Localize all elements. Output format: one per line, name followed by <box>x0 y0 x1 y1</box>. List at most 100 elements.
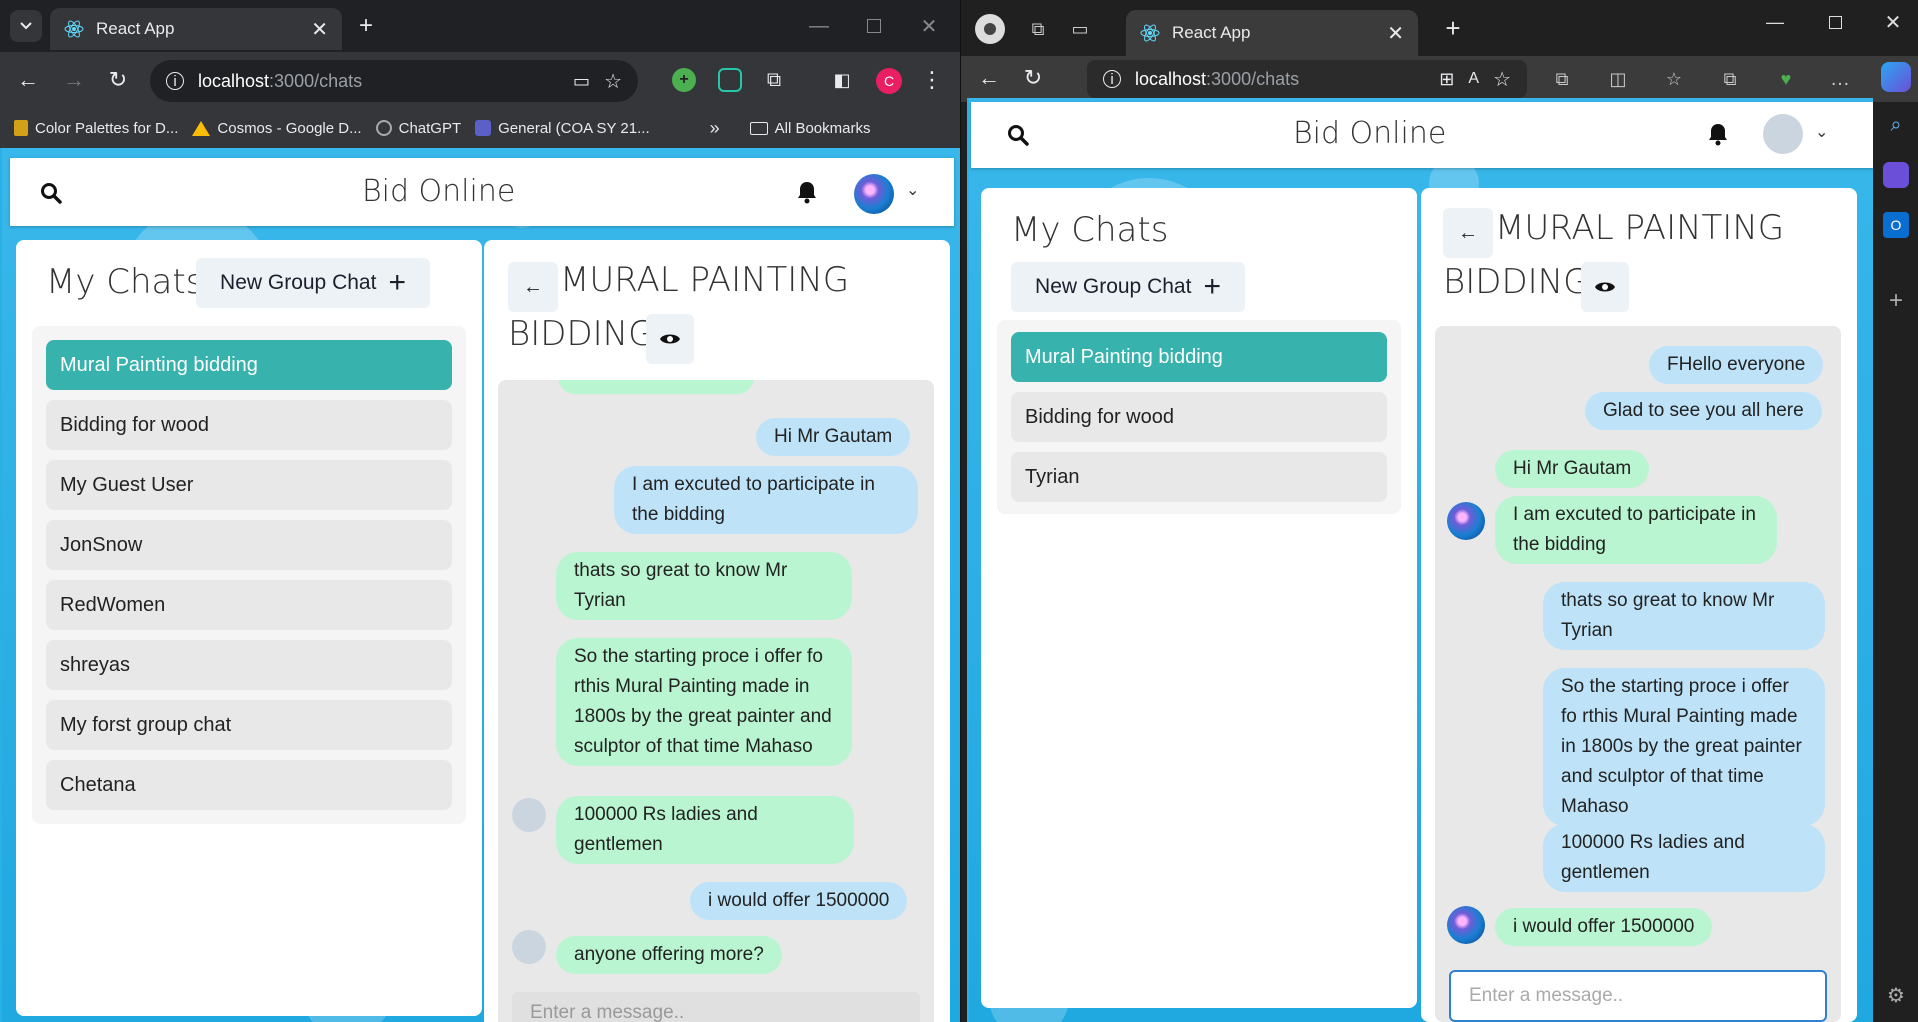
star-icon[interactable]: ☆ <box>1493 67 1511 92</box>
message-bubble: 100000 Rs ladies and gentlemen <box>1543 824 1825 892</box>
read-aloud-icon[interactable]: A <box>1468 70 1479 88</box>
user-avatar[interactable] <box>854 174 894 214</box>
site-info-icon[interactable]: i <box>1103 70 1121 88</box>
chat-item[interactable]: Bidding for wood <box>1011 392 1387 442</box>
search-icon[interactable]: ⌕ <box>1883 112 1909 138</box>
maximize-icon[interactable] <box>860 12 888 40</box>
message-bubble: i would offer 1500000 <box>1495 908 1713 946</box>
back-icon[interactable]: ← <box>14 66 42 94</box>
tab-title: React App <box>96 19 175 38</box>
favorites-icon[interactable]: ☆ <box>1661 66 1687 92</box>
search-icon[interactable] <box>1007 124 1029 146</box>
menu-icon[interactable]: ⋮ <box>920 66 944 94</box>
outlook-icon[interactable]: O <box>1883 212 1909 238</box>
split-screen-icon[interactable]: ◫ <box>1605 66 1631 92</box>
tab-actions-icon[interactable]: ▭ <box>1067 16 1093 42</box>
minimize-icon[interactable]: — <box>1761 8 1789 36</box>
search-icon[interactable] <box>40 182 62 204</box>
all-bookmarks[interactable]: All Bookmarks <box>749 120 870 137</box>
drive-icon <box>192 120 211 136</box>
bookmark-item[interactable]: General (COA SY 21... <box>475 120 650 137</box>
view-details-button[interactable] <box>646 314 694 364</box>
app-available-icon[interactable]: ⊞ <box>1439 69 1454 90</box>
reload-icon[interactable]: ↻ <box>1019 64 1047 92</box>
menu-icon[interactable]: … <box>1827 66 1853 92</box>
more-bookmarks-icon[interactable]: » <box>710 118 720 139</box>
bell-icon[interactable] <box>1707 122 1729 146</box>
health-icon[interactable]: ♥ <box>1773 66 1799 92</box>
close-tab-icon[interactable]: ✕ <box>311 17 328 42</box>
edge-sidebar: ⌕ O + ⚙ <box>1873 62 1918 1022</box>
tab-react-app[interactable]: React App ✕ <box>50 8 342 50</box>
chat-panel: ← MURAL PAINTING BIDDING Hi Mr Gautam I … <box>484 240 950 1022</box>
view-details-button[interactable] <box>1581 262 1629 312</box>
chevron-down-icon[interactable]: ⌄ <box>906 180 919 200</box>
back-icon[interactable]: ← <box>975 64 1003 92</box>
extensions-icon[interactable]: ⧉ <box>1549 66 1575 92</box>
tab-react-app[interactable]: React App ✕ <box>1126 10 1418 56</box>
message-bubble: I am excuted to participate in the biddi… <box>1495 496 1777 564</box>
install-icon[interactable]: ▭ <box>573 71 590 92</box>
new-tab-icon[interactable]: + <box>352 12 380 40</box>
message-bubble: thats so great to know Mr Tyrian <box>556 552 852 620</box>
chat-item[interactable]: shreyas <box>46 640 452 690</box>
back-button[interactable]: ← <box>1443 208 1493 258</box>
chat-title-line1: MURAL PAINTING <box>560 260 850 300</box>
address-bar[interactable]: i localhost:3000/chats ▭ ☆ <box>150 60 638 102</box>
reload-icon[interactable]: ↻ <box>104 66 132 94</box>
bookmark-item[interactable]: Cosmos - Google D... <box>192 120 362 137</box>
close-window-icon[interactable]: ✕ <box>915 12 943 40</box>
extension-plus-icon[interactable]: + <box>672 68 696 92</box>
close-tab-icon[interactable]: ✕ <box>1387 21 1404 46</box>
chat-item[interactable]: My forst group chat <box>46 700 452 750</box>
bookmark-item[interactable]: ChatGPT <box>375 120 461 137</box>
new-group-chat-button[interactable]: New Group Chat + <box>196 258 430 308</box>
message-bubble: i would offer 1500000 <box>690 882 908 920</box>
chat-item[interactable]: Tyrian <box>1011 452 1387 502</box>
chat-item[interactable]: JonSnow <box>46 520 452 570</box>
side-panel-icon[interactable]: ◧ <box>830 68 854 92</box>
add-sidebar-icon[interactable]: + <box>1883 287 1909 314</box>
shopping-icon[interactable] <box>1883 162 1909 188</box>
maximize-icon[interactable] <box>1821 8 1849 36</box>
message-input[interactable]: Enter a message.. <box>1449 970 1827 1022</box>
profile-avatar[interactable]: C <box>876 68 902 94</box>
collections-icon[interactable]: ⧉ <box>1717 66 1743 92</box>
copilot-icon[interactable] <box>1881 62 1911 92</box>
star-icon[interactable]: ☆ <box>604 69 622 94</box>
extensions-icon[interactable]: ⧉ <box>762 68 786 92</box>
chat-list: Mural Painting bidding Bidding for wood … <box>32 326 466 824</box>
extension-grammar-icon[interactable] <box>718 68 742 92</box>
bell-icon[interactable] <box>796 180 818 204</box>
profile-icon[interactable] <box>975 14 1005 44</box>
user-avatar[interactable] <box>1763 114 1803 154</box>
new-group-chat-button[interactable]: New Group Chat + <box>1011 262 1245 312</box>
app-header: Bid Online ⌄ <box>971 102 1873 168</box>
eye-icon <box>660 334 680 344</box>
address-bar[interactable]: i localhost:3000/chats ⊞ A ☆ <box>1087 60 1527 98</box>
close-window-icon[interactable]: ✕ <box>1879 8 1907 36</box>
bookmark-item[interactable]: Color Palettes for D... <box>14 120 178 137</box>
app-viewport: Bid Online ⌄ My Chats New Group Chat + M… <box>0 148 960 1022</box>
workspaces-icon[interactable]: ⧉ <box>1025 16 1051 42</box>
site-info-icon[interactable]: i <box>166 72 184 90</box>
settings-icon[interactable]: ⚙ <box>1883 982 1909 1008</box>
right-browser-window: ⧉ ▭ React App ✕ + — ✕ ← ↻ i localhost:30… <box>961 0 1918 1022</box>
chat-item[interactable]: Chetana <box>46 760 452 810</box>
chevron-down-icon[interactable]: ⌄ <box>1815 122 1828 142</box>
sender-avatar <box>1447 502 1485 540</box>
chat-item[interactable]: Bidding for wood <box>46 400 452 450</box>
toolbar: ← ↻ i localhost:3000/chats ⊞ A ☆ ⧉ ◫ ☆ ⧉… <box>961 56 1918 102</box>
teams-icon <box>475 120 492 136</box>
chat-item[interactable]: Mural Painting bidding <box>1011 332 1387 382</box>
forward-icon[interactable]: → <box>60 66 88 94</box>
tab-search-icon[interactable] <box>10 10 42 42</box>
chat-item[interactable]: Mural Painting bidding <box>46 340 452 390</box>
chat-item[interactable]: My Guest User <box>46 460 452 510</box>
minimize-icon[interactable]: — <box>805 12 833 40</box>
chat-item[interactable]: RedWomen <box>46 580 452 630</box>
new-tab-icon[interactable]: + <box>1439 13 1467 43</box>
back-button[interactable]: ← <box>508 262 558 312</box>
message-bubble: anyone offering more? <box>556 936 782 974</box>
message-input[interactable]: Enter a message.. <box>512 992 920 1022</box>
